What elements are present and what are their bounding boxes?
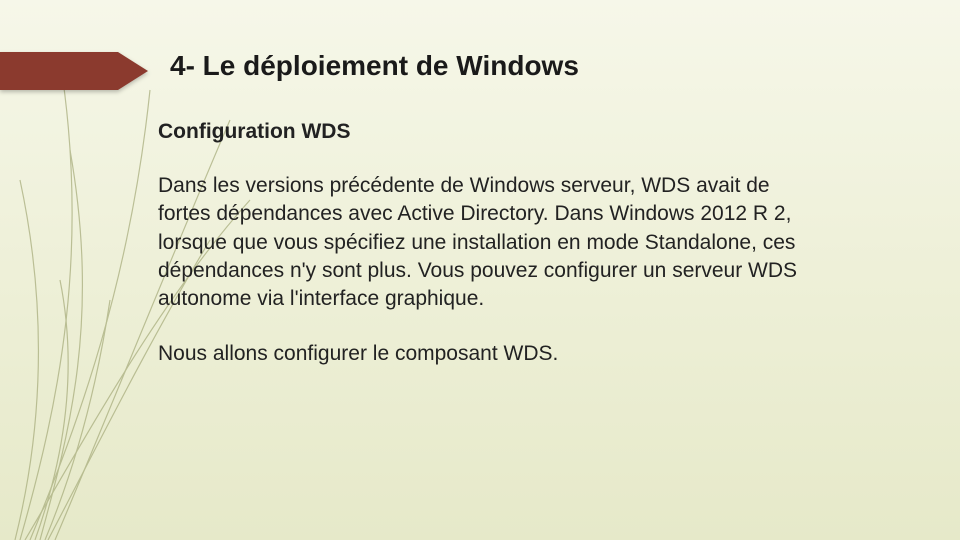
ribbon-bar (0, 52, 118, 90)
slide-subheading: Configuration WDS (158, 120, 798, 144)
slide-body: Configuration WDS Dans les versions préc… (158, 120, 798, 394)
slide-paragraph-2: Nous allons configurer le composant WDS. (158, 340, 798, 368)
ribbon-arrowhead-icon (118, 52, 148, 90)
slide-paragraph-1: Dans les versions précédente de Windows … (158, 172, 798, 314)
title-ribbon (0, 52, 148, 90)
slide-title: 4- Le déploiement de Windows (170, 50, 579, 82)
